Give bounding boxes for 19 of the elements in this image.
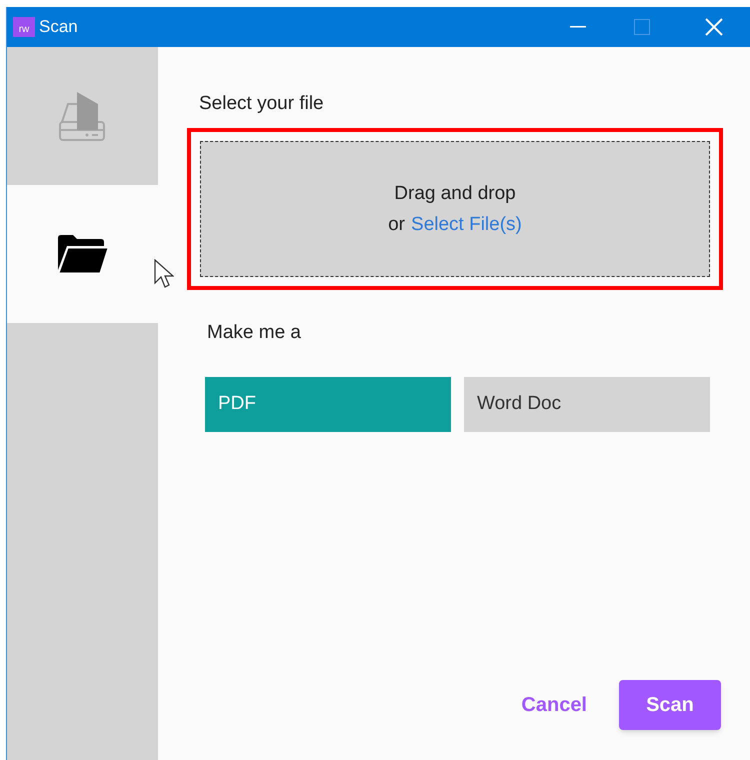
app-logo: rw: [13, 17, 35, 37]
section-label: Select your file: [199, 92, 325, 116]
format-option[interactable]: Word Doc: [464, 377, 710, 432]
drop-zone[interactable]: Drag and drop or Select File(s): [187, 128, 723, 290]
select-files-link[interactable]: Select File(s): [411, 208, 522, 240]
maximize-icon: [634, 19, 650, 35]
or-text: or: [388, 212, 406, 236]
cursor-icon: [154, 259, 174, 289]
close-icon: [705, 18, 723, 36]
folder-icon: [56, 234, 108, 274]
scanner-icon: [58, 90, 108, 142]
cancel-button[interactable]: Cancel: [509, 680, 599, 730]
window-title: Scan: [39, 16, 78, 38]
minimize-icon: [570, 26, 586, 28]
scan-button[interactable]: Scan: [619, 680, 721, 730]
sidebar-tab[interactable]: [7, 185, 158, 323]
format-option[interactable]: PDF: [205, 377, 451, 432]
section-label: Make me a: [207, 320, 302, 344]
drop-hint: Drag and drop: [394, 182, 516, 206]
